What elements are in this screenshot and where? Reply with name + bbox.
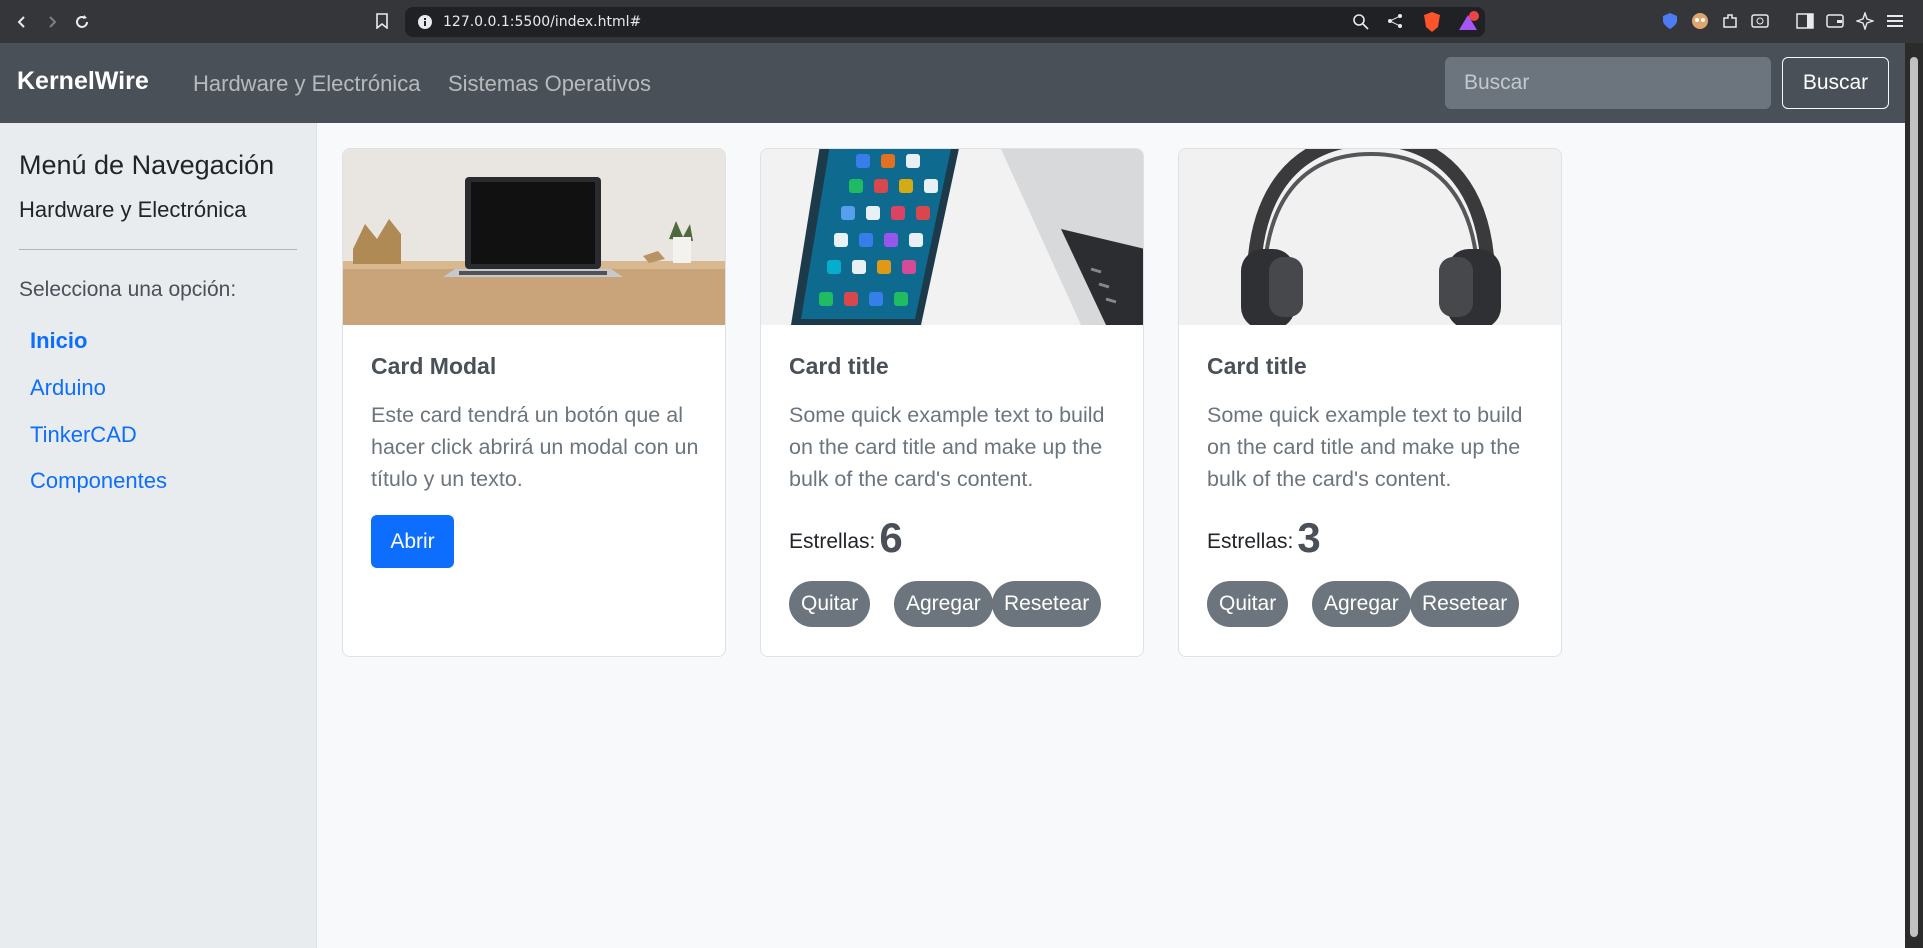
search-input[interactable] [1445, 57, 1771, 109]
wallet-icon[interactable] [1825, 11, 1845, 31]
brave-shield-icon[interactable] [1422, 11, 1442, 38]
remove-star-button[interactable]: Quitar [1207, 581, 1289, 627]
sidebar-toggle-icon[interactable] [1795, 11, 1815, 31]
forward-icon[interactable] [40, 10, 64, 34]
card-text: Este card tendrá un botón que al hacer c… [371, 403, 699, 491]
stars-display: Estrellas:6 [789, 514, 903, 562]
sidebar-prompt: Selecciona una opción: [19, 278, 237, 301]
sidebar-item-componentes[interactable]: Componentes [30, 468, 167, 494]
scrollbar-thumb[interactable] [1910, 57, 1918, 937]
menu-icon[interactable] [1885, 11, 1905, 31]
add-star-button[interactable]: Agregar [894, 581, 993, 627]
card-title: Card title [789, 353, 889, 379]
address-bar[interactable]: 127.0.0.1:5500/index.html# [405, 7, 1485, 37]
url-text: 127.0.0.1:5500/index.html# [443, 14, 642, 30]
sidebar-item-tinkercad[interactable]: TinkerCAD [30, 422, 137, 448]
back-icon[interactable] [10, 10, 34, 34]
page-scrollbar[interactable] [1905, 43, 1923, 948]
card-text: Some quick example text to build on the … [1207, 403, 1523, 491]
card-modal: Card Modal Este card tendrá un botón que… [342, 148, 726, 657]
headphones-image [1179, 149, 1561, 325]
stars-label: Estrellas: [789, 530, 876, 553]
sidebar-item-arduino[interactable]: Arduino [30, 375, 106, 401]
sidebar-divider [19, 249, 297, 250]
reset-stars-button[interactable]: Resetear [1410, 581, 1520, 627]
bookmark-icon[interactable] [372, 11, 392, 31]
card-phone: Card title Some quick example text to bu… [760, 148, 1144, 657]
extensions-puzzle-icon[interactable] [1720, 11, 1740, 31]
browser-toolbar: 127.0.0.1:5500/index.html# [0, 0, 1923, 43]
reload-icon[interactable] [70, 10, 94, 34]
smartphone-image [761, 149, 1143, 325]
leo-ai-icon[interactable] [1855, 11, 1875, 31]
brand-logo[interactable]: KernelWire [17, 67, 149, 96]
card-title: Card Modal [371, 353, 497, 379]
laptop-image [343, 149, 725, 325]
nav-link-hardware[interactable]: Hardware y Electrónica [193, 71, 420, 97]
sidebar-title: Menú de Navegación [19, 150, 275, 180]
remove-star-button[interactable]: Quitar [789, 581, 871, 627]
extension-shield-icon[interactable] [1660, 11, 1680, 31]
open-modal-button[interactable]: Abrir [371, 515, 454, 568]
add-star-button[interactable]: Agregar [1312, 581, 1411, 627]
site-info-icon[interactable] [417, 14, 433, 35]
sidebar-item-inicio[interactable]: Inicio [30, 328, 87, 354]
search-button[interactable]: Buscar [1782, 57, 1889, 109]
stars-count: 3 [1297, 514, 1321, 561]
brave-rewards-icon[interactable] [1457, 11, 1479, 38]
card-headphones: Card title Some quick example text to bu… [1178, 148, 1562, 657]
zoom-icon[interactable] [1352, 13, 1370, 36]
sidebar: Menú de Navegación Hardware y Electrónic… [0, 123, 317, 948]
stars-label: Estrellas: [1207, 530, 1294, 553]
extension-mascot-icon[interactable] [1690, 11, 1710, 31]
screenshot-icon[interactable] [1750, 11, 1770, 31]
card-text: Some quick example text to build on the … [789, 403, 1105, 491]
nav-link-sistemas[interactable]: Sistemas Operativos [448, 71, 651, 97]
site-navbar: KernelWire Hardware y Electrónica Sistem… [0, 43, 1905, 123]
reset-stars-button[interactable]: Resetear [992, 581, 1102, 627]
share-icon[interactable] [1387, 13, 1403, 34]
card-title: Card title [1207, 353, 1307, 379]
sidebar-subtitle: Hardware y Electrónica [19, 197, 247, 222]
stars-display: Estrellas:3 [1207, 514, 1321, 562]
stars-count: 6 [879, 514, 903, 561]
